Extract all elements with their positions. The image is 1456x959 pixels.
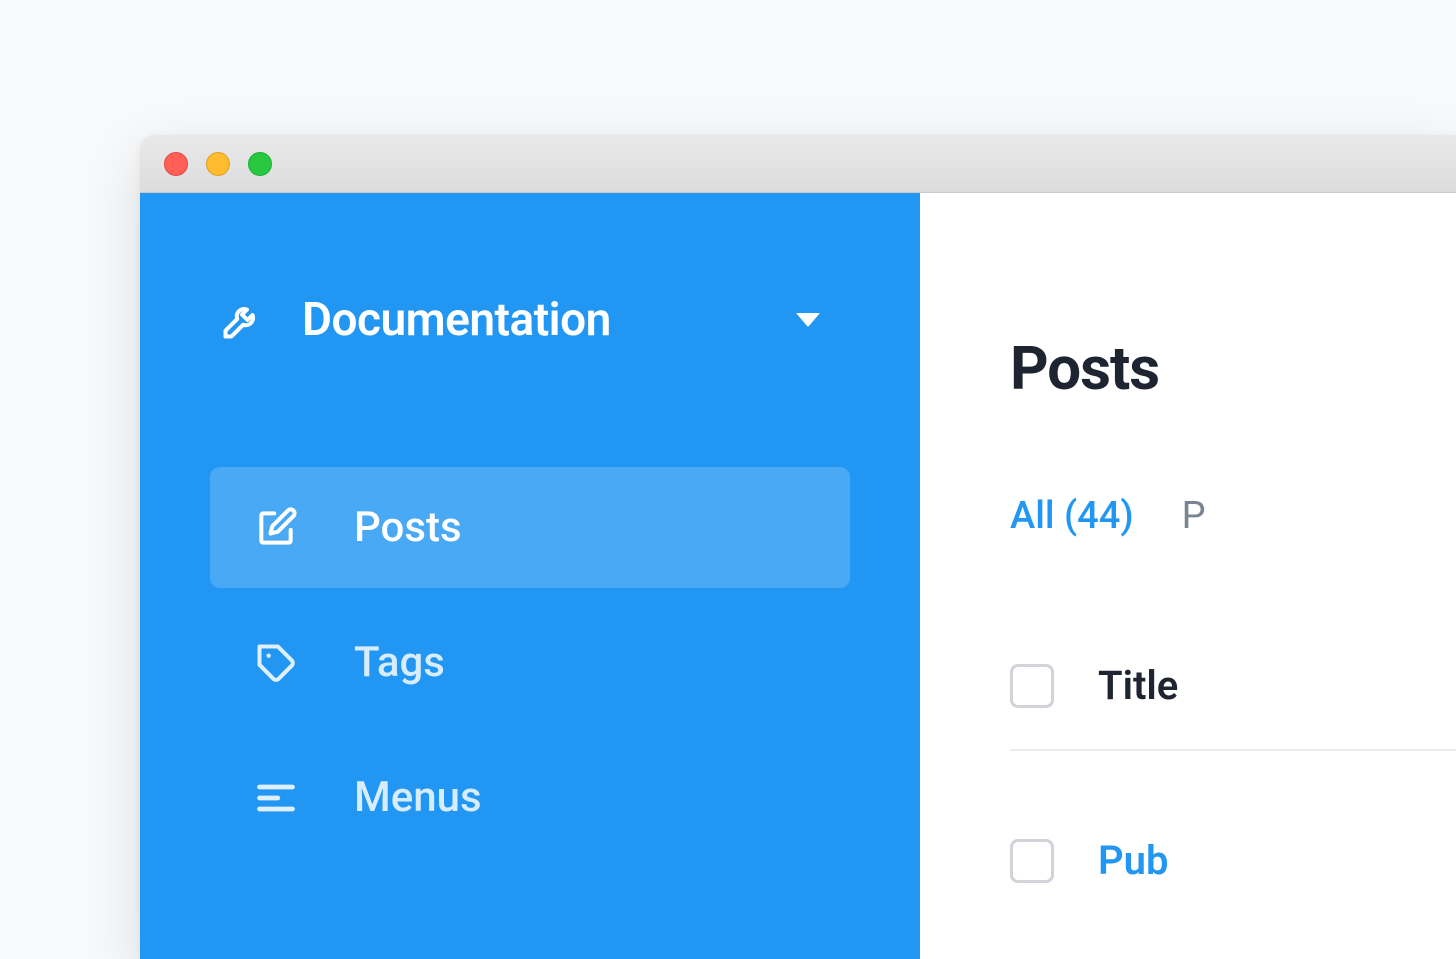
posts-table: Title Pub [1010, 648, 1456, 898]
wrench-icon [220, 298, 264, 342]
sidebar-item-label: Tags [354, 638, 445, 687]
sidebar-item-menus[interactable]: Menus [210, 737, 850, 858]
window-close-button[interactable] [164, 152, 188, 176]
column-header-title: Title [1098, 662, 1178, 709]
window-zoom-button[interactable] [248, 152, 272, 176]
site-selector[interactable]: Documentation [210, 293, 850, 347]
sidebar-nav: Posts Tags [210, 467, 850, 858]
sidebar-item-posts[interactable]: Posts [210, 467, 850, 588]
window-body: Documentation Posts [140, 193, 1456, 959]
select-all-checkbox[interactable] [1010, 664, 1054, 708]
app-window: Documentation Posts [140, 135, 1456, 959]
chevron-down-icon [796, 313, 820, 327]
window-titlebar [140, 135, 1456, 193]
table-body: Pub [1010, 751, 1456, 898]
sidebar: Documentation Posts [140, 193, 920, 959]
filter-tabs: All (44) P [1010, 494, 1456, 538]
row-checkbox[interactable] [1010, 839, 1054, 883]
sidebar-item-label: Posts [354, 503, 462, 552]
table-header-row: Title [1010, 648, 1456, 751]
menu-lines-icon [254, 776, 298, 820]
site-name: Documentation [302, 293, 758, 347]
edit-square-icon [254, 506, 298, 550]
tag-icon [254, 641, 298, 685]
post-title-link[interactable]: Pub [1098, 837, 1169, 884]
filter-all[interactable]: All (44) [1010, 494, 1134, 538]
table-row: Pub [1010, 823, 1456, 898]
sidebar-item-label: Menus [354, 773, 482, 822]
sidebar-item-tags[interactable]: Tags [210, 602, 850, 723]
filter-next-partial[interactable]: P [1182, 494, 1206, 538]
page-title: Posts [1010, 333, 1456, 404]
window-minimize-button[interactable] [206, 152, 230, 176]
main-content: Posts All (44) P Title Pub [920, 193, 1456, 959]
